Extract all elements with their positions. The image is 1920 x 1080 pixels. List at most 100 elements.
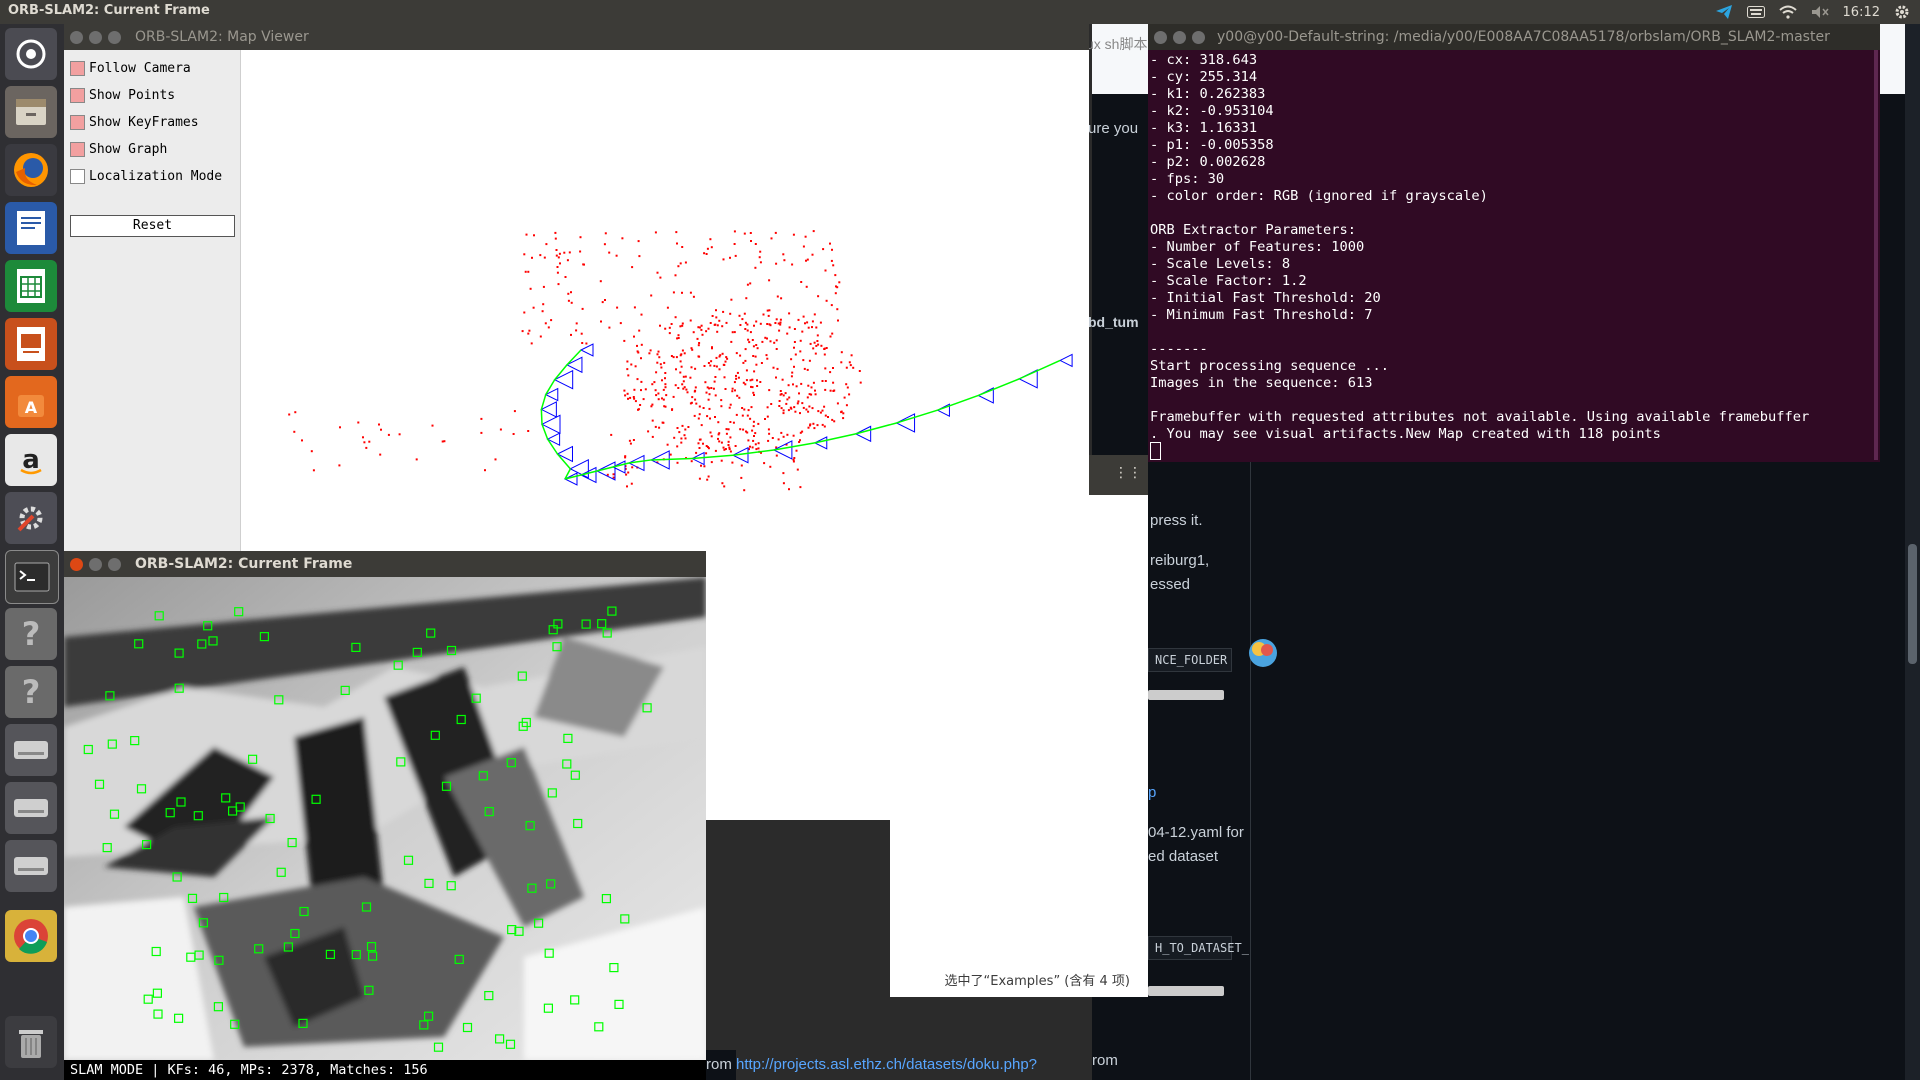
map-point (776, 295, 779, 298)
volume-icon[interactable] (1811, 5, 1829, 19)
map-point (581, 342, 584, 344)
map-point (780, 407, 783, 410)
map-point (644, 388, 647, 391)
map-point (676, 242, 678, 245)
map-point (698, 413, 701, 416)
map-point (777, 438, 780, 441)
dataset-link[interactable]: http://projects.asl.ethz.ch/datasets/dok… (736, 1056, 1037, 1073)
map-point (817, 295, 820, 298)
unknown-app-icon[interactable]: ? (5, 666, 57, 718)
show-graph-checkbox[interactable]: Show Graph (70, 139, 167, 159)
map-point (729, 312, 732, 315)
map-point (775, 348, 778, 350)
map-point (640, 357, 642, 360)
firefox-icon[interactable] (5, 144, 57, 196)
follow-camera-checkbox[interactable]: Follow Camera (70, 58, 191, 78)
minimize-button[interactable] (1173, 30, 1186, 44)
map-point (774, 322, 777, 324)
terminal-titlebar[interactable]: y00@y00-Default-string: /media/y00/E008A… (1148, 24, 1880, 50)
show-points-checkbox[interactable]: Show Points (70, 85, 175, 105)
minimize-button[interactable] (89, 557, 102, 571)
checkbox-box[interactable] (70, 114, 85, 130)
map-point (829, 389, 832, 392)
gear-icon[interactable] (1894, 4, 1910, 20)
keyframe-marker (565, 356, 583, 374)
map-point (675, 356, 678, 359)
close-button[interactable] (1154, 30, 1167, 44)
software-center-icon[interactable]: A (5, 376, 57, 428)
terminal-output[interactable]: - cx: 318.643- cy: 255.314- k1: 0.262383… (1150, 52, 1809, 443)
checkbox-box[interactable] (70, 87, 85, 103)
close-button[interactable] (70, 30, 83, 44)
code-scrollbar[interactable] (1148, 690, 1224, 700)
chrome-icon[interactable] (5, 910, 57, 962)
checkbox-box[interactable] (70, 141, 85, 157)
terminal-scrollbar[interactable] (1874, 50, 1878, 460)
keyframe-marker (553, 369, 574, 390)
avatar[interactable] (1248, 638, 1278, 668)
calc-icon[interactable] (5, 260, 57, 312)
localization-mode-checkbox[interactable]: Localization Mode (70, 166, 222, 186)
current-frame-titlebar[interactable]: ORB-SLAM2: Current Frame (64, 551, 706, 577)
terminal-icon[interactable] (5, 550, 59, 604)
page-text: rom (1092, 1052, 1118, 1069)
maximize-button[interactable] (108, 557, 121, 571)
code-scrollbar[interactable] (1148, 986, 1224, 996)
map-point (711, 315, 714, 317)
graph-edge (937, 394, 979, 411)
clock[interactable]: 16:12 (1843, 5, 1880, 20)
map-point (531, 256, 533, 259)
minimize-button[interactable] (89, 30, 102, 44)
map-point (765, 354, 768, 357)
telegram-icon[interactable] (1715, 4, 1733, 20)
drive-icon[interactable] (5, 782, 57, 834)
graph-edge (580, 470, 598, 476)
scrollbar-thumb[interactable] (1908, 544, 1917, 664)
close-button[interactable] (70, 557, 83, 571)
reset-button[interactable]: Reset (70, 215, 235, 237)
map-point (693, 414, 696, 417)
amazon-icon[interactable]: a (5, 434, 57, 486)
checkbox-box[interactable] (70, 168, 85, 184)
maximize-button[interactable] (108, 30, 121, 44)
map-point (734, 445, 737, 447)
map-point (626, 485, 628, 488)
files-icon[interactable] (5, 86, 57, 138)
map-point (654, 425, 657, 428)
map-point (632, 439, 635, 441)
map-point (745, 379, 748, 382)
grid-view-icon[interactable]: ⋮⋮ (1114, 465, 1142, 481)
map-point (739, 428, 742, 431)
page-scrollbar[interactable] (1905, 24, 1920, 1080)
map-point (836, 308, 839, 311)
writer-icon[interactable] (5, 202, 57, 254)
wifi-icon[interactable] (1778, 5, 1797, 19)
map-point (698, 405, 701, 408)
keyboard-icon[interactable] (1746, 6, 1765, 18)
drive-icon[interactable] (5, 840, 57, 892)
dash-icon[interactable] (5, 28, 57, 80)
unknown-app-icon[interactable]: ? (5, 608, 57, 660)
map-point (525, 233, 528, 236)
tab-label[interactable]: ux sh脚本 (1086, 34, 1147, 54)
terminal-window: y00@y00-Default-string: /media/y00/E008A… (1148, 24, 1880, 462)
map-point (735, 413, 738, 416)
map-point (585, 342, 588, 345)
checkbox-box[interactable] (70, 60, 85, 76)
map-viewer-titlebar[interactable]: ORB-SLAM2: Map Viewer (64, 24, 1089, 50)
map-point (833, 389, 836, 392)
map-point (575, 322, 578, 325)
map-point (823, 347, 826, 350)
impress-icon[interactable] (5, 318, 57, 370)
settings-icon[interactable] (5, 492, 57, 544)
map-point (766, 357, 769, 360)
map-point (638, 255, 641, 258)
map-point (811, 407, 814, 410)
maximize-button[interactable] (1192, 30, 1205, 44)
map-point (556, 271, 559, 274)
show-keyframes-checkbox[interactable]: Show KeyFrames (70, 112, 199, 132)
terminal-line: - p2: 0.002628 (1150, 154, 1266, 170)
trash-icon[interactable] (5, 1016, 57, 1068)
drive-icon[interactable] (5, 724, 57, 776)
